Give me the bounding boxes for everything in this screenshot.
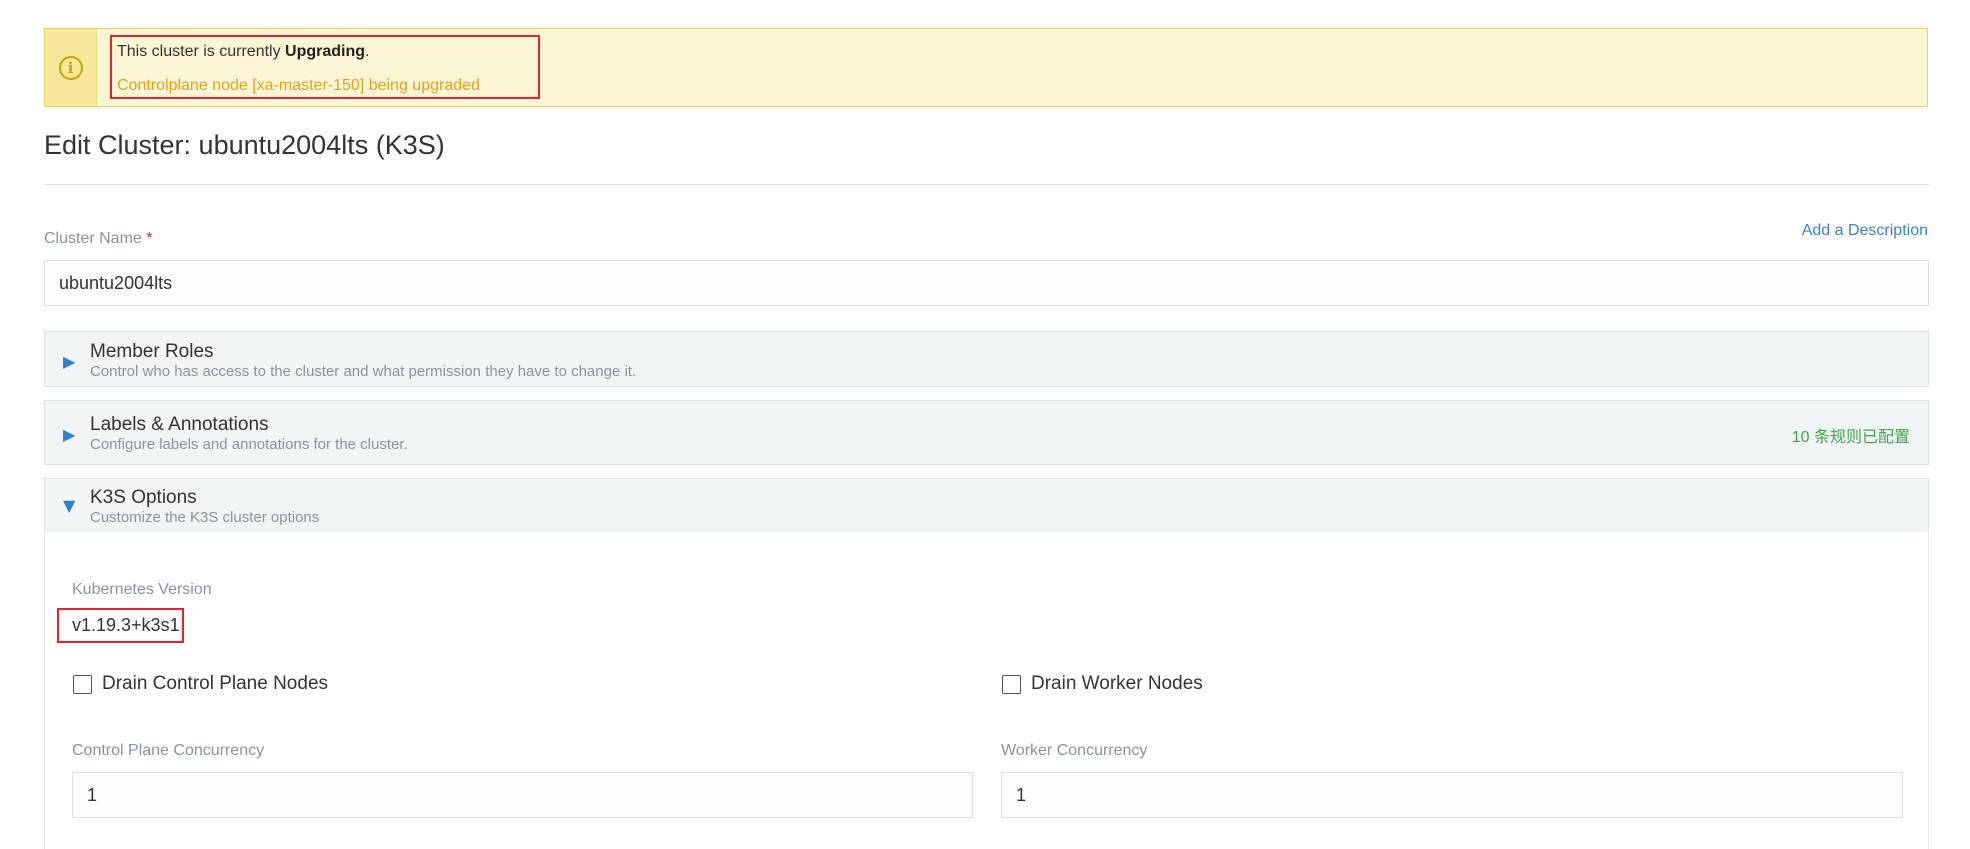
cluster-name-label: Cluster Name *: [44, 230, 153, 248]
section-k3s-options[interactable]: ▼ K3S Options Customize the K3S cluster …: [44, 478, 1929, 533]
section-labels-annotations[interactable]: ▶ Labels & Annotations Configure labels …: [44, 400, 1929, 465]
section-subtitle: Configure labels and annotations for the…: [90, 436, 408, 453]
drain-worker-checkbox[interactable]: [1002, 674, 1021, 694]
alert-icon-column: i: [45, 29, 97, 106]
alert-status-text: This cluster is currently Upgrading.: [117, 43, 370, 61]
cp-concurrency-label: Control Plane Concurrency: [72, 742, 265, 759]
cluster-name-input[interactable]: ubuntu2004lts: [44, 260, 1929, 306]
alert-prefix: This cluster is currently: [117, 43, 286, 60]
drain-worker-label: Drain Worker Nodes: [1031, 673, 1203, 694]
page-title: Edit Cluster: ubuntu2004lts (K3S): [44, 130, 445, 160]
alert-suffix: .: [365, 43, 370, 60]
section-title: Labels & Annotations: [90, 414, 269, 435]
worker-concurrency-label: Worker Concurrency: [1001, 742, 1148, 759]
drain-control-plane-checkbox[interactable]: [73, 674, 92, 694]
expand-arrow-icon[interactable]: ▶: [63, 352, 75, 371]
required-mark: *: [146, 230, 153, 247]
alert-detail-text: Controlplane node [xa-master-150] being …: [117, 77, 480, 94]
section-title: Member Roles: [90, 341, 214, 362]
collapse-arrow-icon[interactable]: ▼: [63, 496, 75, 515]
rules-configured-badge: 10 条规则已配置: [1791, 429, 1910, 446]
drain-worker-checkbox-row[interactable]: Drain Worker Nodes: [1002, 673, 1203, 695]
cluster-name-label-text: Cluster Name: [44, 230, 142, 247]
worker-concurrency-input[interactable]: 1: [1001, 772, 1903, 818]
section-member-roles[interactable]: ▶ Member Roles Control who has access to…: [44, 331, 1929, 387]
alert-state: Upgrading: [285, 43, 366, 60]
section-title: K3S Options: [90, 487, 197, 508]
drain-control-plane-label: Drain Control Plane Nodes: [102, 673, 329, 694]
kubernetes-version-label: Kubernetes Version: [72, 581, 212, 598]
upgrade-alert-banner: i This cluster is currently Upgrading. C…: [44, 28, 1928, 107]
title-divider: [44, 184, 1929, 185]
expand-arrow-icon[interactable]: ▶: [63, 425, 75, 444]
drain-control-plane-checkbox-row[interactable]: Drain Control Plane Nodes: [73, 673, 328, 695]
alert-body: This cluster is currently Upgrading. Con…: [97, 29, 1927, 106]
info-icon: i: [58, 55, 83, 80]
section-subtitle: Customize the K3S cluster options: [90, 509, 320, 526]
section-subtitle: Control who has access to the cluster an…: [90, 363, 637, 380]
add-description-link[interactable]: Add a Description: [1802, 222, 1928, 240]
kubernetes-version-value: v1.19.3+k3s1: [57, 608, 184, 643]
cp-concurrency-input[interactable]: 1: [72, 772, 973, 818]
